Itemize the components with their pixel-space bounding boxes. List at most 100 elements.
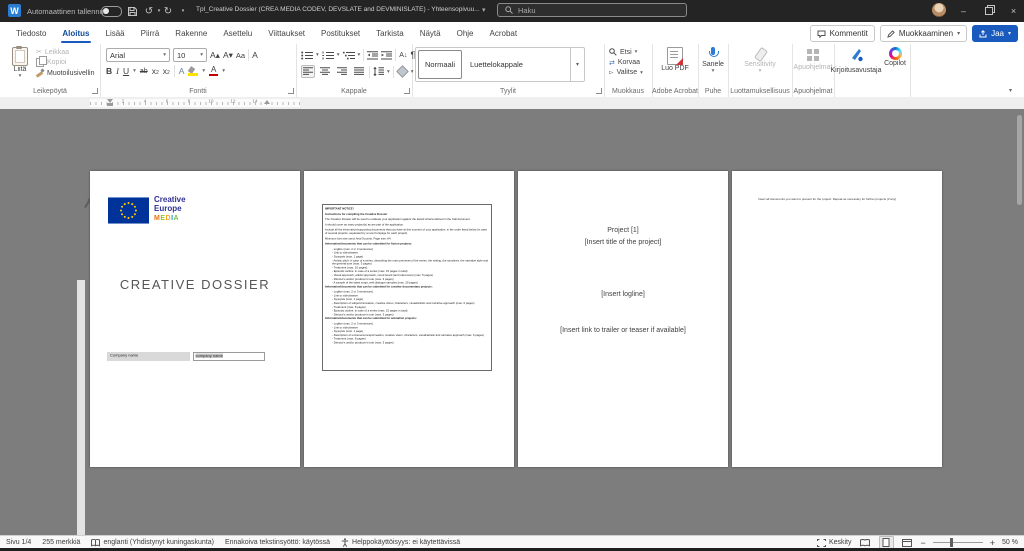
- chevron-down-icon[interactable]: ▾: [133, 68, 136, 74]
- shrink-font-button[interactable]: A▾: [223, 50, 233, 61]
- predictive-text-status[interactable]: Ennakoiva tekstinsyöttö: käytössä: [225, 539, 330, 546]
- increase-indent-button[interactable]: [381, 51, 392, 60]
- account-avatar[interactable]: [932, 3, 946, 17]
- char-count[interactable]: 255 merkkiä: [42, 539, 80, 546]
- focus-mode-button[interactable]: Keskity: [817, 539, 852, 547]
- title-dropdown-icon[interactable]: ▾: [482, 6, 486, 14]
- align-right-button[interactable]: [335, 65, 349, 78]
- redo-icon[interactable]: ↻: [161, 4, 175, 18]
- minimize-button[interactable]: –: [956, 3, 971, 18]
- tab-rakenne[interactable]: Rakenne: [167, 22, 215, 44]
- decrease-indent-button[interactable]: [367, 51, 378, 60]
- word-app-icon[interactable]: W: [8, 4, 21, 17]
- dictate-button[interactable]: Sanele ▾: [698, 47, 728, 74]
- tab-lisaa[interactable]: Lisää: [98, 22, 133, 44]
- company-name-field[interactable]: company name: [193, 352, 265, 361]
- dialog-launcher-icon[interactable]: [596, 88, 602, 94]
- copilot-button[interactable]: Copilot: [880, 47, 910, 67]
- restore-button[interactable]: [981, 3, 996, 18]
- superscript-button[interactable]: x2: [163, 66, 170, 76]
- editing-mode-button[interactable]: Muokkaaminen ▾: [880, 25, 967, 42]
- project-title-placeholder[interactable]: [Insert title of the project]: [518, 239, 728, 246]
- dialog-launcher-icon[interactable]: [404, 88, 410, 94]
- style-normaali[interactable]: Normaali: [418, 50, 462, 79]
- dialog-launcher-icon[interactable]: [288, 88, 294, 94]
- tab-piirra[interactable]: Piirrä: [133, 22, 168, 44]
- page-1[interactable]: Creative Europe MEDIA CREATIVE DOSSIER C…: [90, 171, 300, 467]
- chevron-down-icon[interactable]: ▾: [337, 52, 340, 58]
- page-indicator[interactable]: Sivu 1/4: [6, 539, 31, 546]
- grow-font-button[interactable]: A▴: [210, 50, 220, 61]
- autosave-toggle[interactable]: [101, 6, 122, 17]
- tab-tarkista[interactable]: Tarkista: [368, 22, 412, 44]
- indent-marker-right[interactable]: [264, 100, 270, 104]
- zoom-slider-thumb[interactable]: [950, 538, 953, 547]
- format-painter-button[interactable]: Muotoilusivellin: [36, 69, 94, 77]
- underline-button[interactable]: U: [123, 66, 129, 76]
- subscript-button[interactable]: x2: [152, 66, 159, 76]
- align-left-button[interactable]: [301, 65, 315, 78]
- strikethrough-button[interactable]: ab: [140, 68, 148, 75]
- tab-acrobat[interactable]: Acrobat: [482, 22, 526, 44]
- sort-button[interactable]: A↓: [399, 52, 407, 59]
- bold-button[interactable]: B: [106, 66, 112, 76]
- document-main-title[interactable]: CREATIVE DOSSIER: [90, 277, 300, 292]
- documents-note[interactable]: Insert all documents you want to present…: [758, 198, 918, 205]
- comments-button[interactable]: Kommentit: [810, 25, 875, 42]
- vertical-scrollbar[interactable]: [1017, 113, 1022, 531]
- tab-ohje[interactable]: Ohje: [449, 22, 482, 44]
- web-layout-button[interactable]: [901, 537, 914, 548]
- trailer-link-placeholder[interactable]: [Insert link to trailer or teaser if ava…: [518, 327, 728, 334]
- clear-formatting-button[interactable]: A: [252, 50, 258, 60]
- font-color-button[interactable]: A: [209, 66, 218, 76]
- notice-textbox[interactable]: IMPORTANT NOTICE!Instructions for compil…: [322, 204, 492, 371]
- accessibility-status[interactable]: Helppokäyttöisyys: ei käytettävissä: [341, 538, 460, 547]
- chevron-down-icon[interactable]: ▾: [358, 52, 361, 58]
- italic-button[interactable]: I: [116, 66, 119, 76]
- shading-button[interactable]: [396, 65, 408, 77]
- sensitivity-button[interactable]: Sensitivity ▾: [728, 47, 792, 74]
- dialog-launcher-icon[interactable]: [92, 88, 98, 94]
- page-2[interactable]: IMPORTANT NOTICE!Instructions for compil…: [304, 171, 514, 467]
- line-spacing-button[interactable]: [373, 67, 384, 76]
- font-family-select[interactable]: Arial▾: [106, 48, 170, 62]
- chevron-down-icon[interactable]: ▾: [316, 52, 319, 58]
- select-button[interactable]: ▻ Valitse ▾: [609, 69, 643, 76]
- tab-asettelu[interactable]: Asettelu: [215, 22, 260, 44]
- document-canvas[interactable]: Creative Europe MEDIA CREATIVE DOSSIER C…: [0, 109, 1024, 535]
- align-center-button[interactable]: [318, 65, 332, 78]
- zoom-out-button[interactable]: −: [921, 538, 926, 548]
- font-size-select[interactable]: 10▾: [173, 48, 207, 62]
- copy-button[interactable]: Kopioi: [36, 58, 94, 67]
- proofing-language[interactable]: englanti (Yhdistynyt kuningaskunta): [91, 539, 214, 547]
- scrollbar-thumb[interactable]: [1017, 115, 1022, 205]
- project-number-line[interactable]: Project [1]: [518, 227, 728, 234]
- logline-placeholder[interactable]: [Insert logline]: [518, 291, 728, 298]
- horizontal-ruler[interactable]: 2468101214: [90, 99, 300, 107]
- tab-viittaukset[interactable]: Viittaukset: [260, 22, 313, 44]
- search-input[interactable]: Haku: [497, 3, 687, 17]
- read-mode-button[interactable]: [859, 537, 872, 548]
- multilevel-list-button[interactable]: [343, 51, 355, 60]
- document-title[interactable]: Tpl_Creative Dossier (CREA MEDIA CODEV, …: [196, 6, 480, 13]
- zoom-in-button[interactable]: +: [990, 538, 995, 548]
- style-luettelokappale[interactable]: Luettelokappale: [464, 48, 529, 81]
- editor-button[interactable]: Kirjoitusavustaja: [828, 47, 884, 74]
- bullet-list-button[interactable]: [301, 51, 313, 60]
- chevron-down-icon[interactable]: ▾: [222, 68, 225, 74]
- chevron-down-icon[interactable]: ▾: [387, 69, 390, 75]
- share-button[interactable]: Jaa ▾: [972, 25, 1018, 42]
- tab-tiedosto[interactable]: Tiedosto: [8, 22, 54, 44]
- close-button[interactable]: ×: [1006, 3, 1021, 18]
- change-case-button[interactable]: Aa: [236, 51, 245, 60]
- indent-marker-left[interactable]: [107, 99, 113, 103]
- find-button[interactable]: Etsi ▾: [609, 48, 643, 56]
- numbered-list-button[interactable]: [322, 51, 334, 60]
- styles-gallery-more-button[interactable]: ▾: [570, 48, 584, 81]
- chevron-down-icon[interactable]: ▾: [202, 68, 205, 74]
- text-effects-button[interactable]: A: [179, 66, 185, 76]
- qat-more-icon[interactable]: ▾: [176, 4, 190, 18]
- page-4[interactable]: Insert all documents you want to present…: [732, 171, 942, 467]
- paste-button[interactable]: Liitä ▾: [6, 47, 34, 85]
- replace-button[interactable]: ⇄ Korvaa: [609, 59, 643, 67]
